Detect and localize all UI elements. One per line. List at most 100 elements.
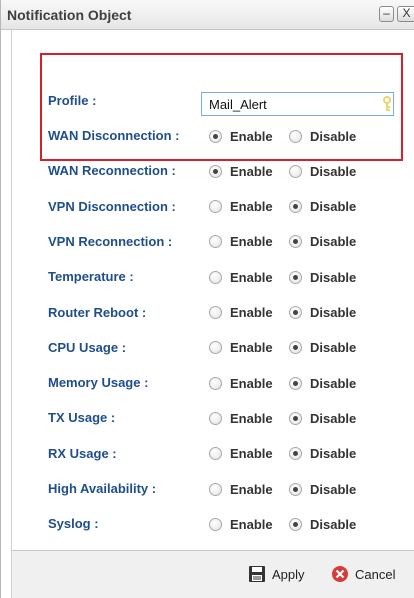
cancel-button[interactable]: Cancel — [331, 563, 395, 585]
dialog-title: Notification Object — [7, 7, 132, 23]
enable-radio[interactable] — [209, 482, 222, 496]
minimize-button[interactable]: – — [379, 6, 394, 22]
event-label: RX Usage : — [48, 445, 117, 461]
enable-label: Enable — [230, 269, 273, 285]
disable-radio[interactable] — [289, 341, 302, 355]
disable-option[interactable]: Disable — [289, 374, 356, 392]
disable-label: Disable — [310, 516, 357, 532]
title-bar[interactable]: Notification Object – X — [1, 0, 414, 30]
disable-label: Disable — [310, 481, 357, 497]
enable-option[interactable]: Enable — [209, 127, 273, 145]
disable-label: Disable — [310, 163, 357, 179]
enable-label: Enable — [230, 305, 273, 320]
event-label: CPU Usage : — [48, 339, 127, 355]
disable-label: Disable — [310, 128, 357, 144]
disable-radio[interactable] — [289, 306, 302, 319]
enable-radio[interactable] — [209, 411, 222, 425]
event-label: Memory Usage : — [48, 375, 149, 391]
disable-radio[interactable] — [289, 270, 302, 284]
key-icon[interactable] — [382, 96, 392, 112]
disable-radio[interactable] — [289, 164, 302, 178]
disable-option[interactable]: Disable — [289, 233, 356, 251]
disable-radio[interactable] — [289, 482, 302, 496]
enable-option[interactable]: Enable — [209, 445, 273, 463]
enable-option[interactable]: Enable — [209, 374, 273, 392]
disable-radio[interactable] — [289, 411, 302, 425]
disable-option[interactable]: Disable — [289, 339, 356, 357]
notification-dialog: Notification Object – X Profile : WAN Di… — [0, 0, 414, 598]
enable-option[interactable]: Enable — [209, 198, 273, 216]
enable-radio[interactable] — [209, 129, 222, 143]
event-label: Router Reboot : — [48, 304, 147, 320]
event-row: RX Usage : Enable Disable — [12, 443, 414, 465]
cancel-label: Cancel — [355, 566, 396, 582]
apply-button[interactable]: Apply — [248, 563, 305, 585]
event-label: WAN Reconnection : — [48, 163, 176, 179]
enable-radio[interactable] — [209, 306, 222, 319]
cancel-icon — [332, 566, 348, 582]
event-label: VPN Reconnection : — [48, 233, 173, 249]
event-label: TX Usage : — [48, 410, 116, 426]
event-row: WAN Disconnection : Enable Disable — [12, 125, 414, 147]
enable-label: Enable — [230, 446, 273, 462]
enable-radio[interactable] — [209, 235, 222, 249]
enable-radio[interactable] — [209, 270, 222, 284]
enable-radio[interactable] — [209, 447, 222, 461]
event-label: Temperature : — [48, 269, 134, 285]
disable-label: Disable — [310, 410, 357, 426]
enable-option[interactable]: Enable — [209, 480, 273, 498]
disable-radio[interactable] — [289, 200, 302, 214]
enable-label: Enable — [230, 375, 273, 391]
profile-row: Profile : — [12, 90, 414, 116]
apply-label: Apply — [272, 566, 305, 582]
enable-radio[interactable] — [209, 200, 222, 214]
disable-label: Disable — [310, 269, 357, 285]
disable-option[interactable]: Disable — [289, 162, 356, 180]
enable-radio[interactable] — [209, 517, 222, 531]
disable-radio[interactable] — [289, 235, 302, 249]
enable-radio[interactable] — [209, 376, 222, 390]
enable-option[interactable]: Enable — [209, 268, 273, 286]
profile-input[interactable] — [201, 92, 394, 116]
disable-option[interactable]: Disable — [289, 480, 356, 498]
disable-option[interactable]: Disable — [289, 515, 356, 533]
enable-label: Enable — [230, 481, 273, 497]
enable-label: Enable — [230, 410, 273, 426]
disable-option[interactable]: Disable — [289, 409, 356, 427]
profile-label: Profile : — [48, 93, 97, 108]
disable-option[interactable]: Disable — [289, 304, 356, 322]
form-area: Profile : WAN Disconnection : Enable Disab… — [11, 30, 414, 550]
disable-label: Disable — [310, 375, 357, 391]
close-button[interactable]: X — [397, 6, 414, 22]
dialog-footer: Apply Cancel — [11, 550, 414, 598]
disable-radio[interactable] — [289, 376, 302, 390]
enable-option[interactable]: Enable — [209, 304, 273, 322]
enable-radio[interactable] — [209, 164, 222, 178]
enable-option[interactable]: Enable — [209, 233, 273, 251]
event-row: CPU Usage : Enable Disable — [12, 337, 414, 359]
disable-radio[interactable] — [289, 129, 302, 143]
disable-label: Disable — [310, 234, 357, 250]
enable-label: Enable — [230, 163, 273, 179]
event-row: VPN Reconnection : Enable Disable — [12, 231, 414, 253]
event-row: WAN Reconnection : Enable Disable — [12, 160, 414, 182]
disable-radio[interactable] — [289, 447, 302, 461]
disable-option[interactable]: Disable — [289, 127, 356, 145]
disable-radio[interactable] — [289, 517, 302, 531]
disable-label: Disable — [310, 305, 357, 320]
event-row: Temperature : Enable Disable — [12, 266, 414, 288]
enable-option[interactable]: Enable — [209, 162, 273, 180]
enable-label: Enable — [230, 128, 273, 144]
event-row: VPN Disconnection : Enable Disable — [12, 196, 414, 218]
enable-option[interactable]: Enable — [209, 409, 273, 427]
event-label: Syslog : — [48, 516, 99, 532]
event-row: Router Reboot : Enable Disable — [12, 302, 414, 324]
disable-option[interactable]: Disable — [289, 445, 356, 463]
enable-radio[interactable] — [209, 341, 222, 355]
save-icon — [249, 566, 265, 582]
disable-option[interactable]: Disable — [289, 198, 356, 216]
enable-option[interactable]: Enable — [209, 515, 273, 533]
disable-label: Disable — [310, 199, 357, 215]
disable-option[interactable]: Disable — [289, 268, 356, 286]
enable-option[interactable]: Enable — [209, 339, 273, 357]
